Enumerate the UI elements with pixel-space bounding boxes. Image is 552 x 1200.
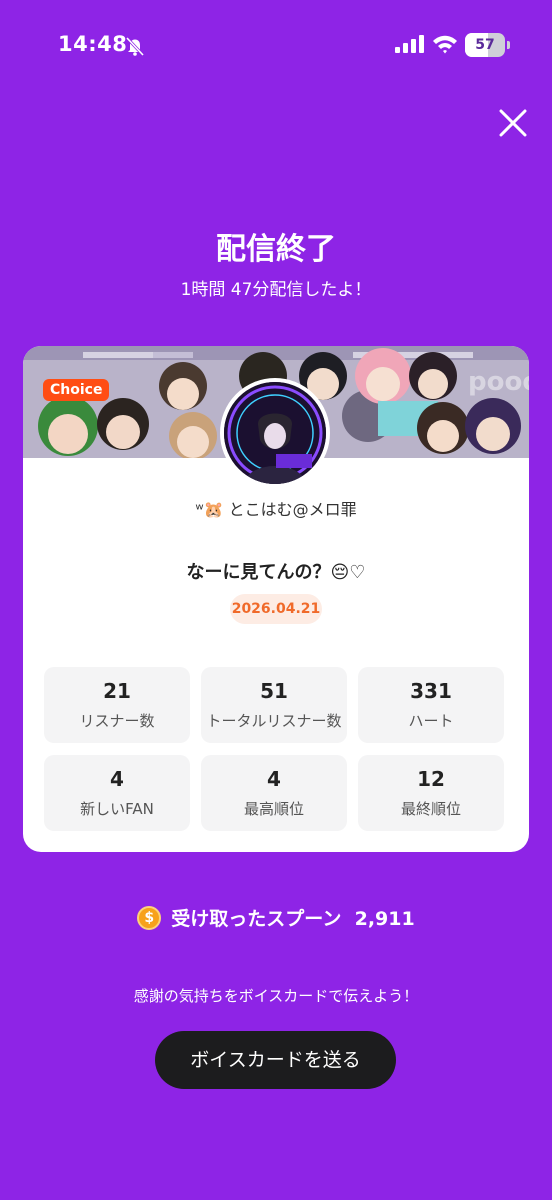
wifi-icon [433, 35, 457, 54]
svg-text:pooon: pooon [468, 367, 529, 397]
stat-value: 12 [417, 767, 445, 791]
stat-highest-rank: 4 最高順位 [201, 755, 347, 831]
stat-total-listeners: 51 トータルリスナー数 [201, 667, 347, 743]
stat-value: 21 [103, 679, 131, 703]
username: ʷ🐹 とこはむ@メロ罪 [195, 500, 357, 519]
bell-slash-icon [125, 36, 145, 57]
stream-summary-card: pooon Choice ʷ🐹 とこはむ@メロ罪 なーに見てんの？😔♡ 2026… [23, 346, 529, 852]
duration-subtitle: 1時間 47分配信したよ！ [180, 280, 372, 300]
stat-value: 51 [260, 679, 288, 703]
stat-label: 新しいFAN [80, 800, 154, 818]
close-icon[interactable] [496, 106, 530, 140]
battery-percent: 57 [475, 37, 495, 53]
send-voice-card-button[interactable]: ボイスカードを送る [155, 1031, 396, 1089]
date-badge: 2026.04.21 [230, 594, 322, 624]
spoons-value: 2,911 [354, 908, 415, 930]
thanks-message: 感謝の気持ちをボイスカードで伝えよう！ [133, 987, 419, 1005]
stat-label: 最終順位 [400, 800, 461, 818]
stat-hearts: 331 ハート [358, 667, 504, 743]
choice-badge: Choice [43, 379, 110, 401]
stat-label: 最高順位 [243, 800, 304, 818]
spoons-received: $ 受け取ったスプーン 2,911 [0, 904, 552, 932]
stat-listeners: 21 リスナー数 [44, 667, 190, 743]
status-time: 14:48 [58, 32, 128, 56]
stat-new-fans: 4 新しいFAN [44, 755, 190, 831]
spoons-label: 受け取ったスプーン [171, 908, 342, 930]
spoon-coin-icon: $ [137, 905, 162, 930]
stat-value: 4 [267, 767, 281, 791]
battery-cap [507, 41, 510, 49]
stat-label: リスナー数 [79, 712, 155, 730]
battery-indicator: 57 [465, 33, 511, 57]
stream-ended-screen: 14:48 57 配信終了 1時間 47分配信したよ！ poo Choice ʷ… [0, 0, 552, 1200]
stat-label: トータルリスナー数 [206, 712, 342, 730]
avatar[interactable] [220, 378, 330, 488]
page-title: 配信終了 [216, 232, 336, 267]
stat-label: ハート [408, 712, 454, 730]
stream-title: なーに見てんの？😔♡ [186, 562, 366, 583]
stat-value: 331 [410, 679, 452, 703]
avatar-image [224, 382, 326, 484]
signal-icon [395, 35, 424, 53]
stat-value: 4 [110, 767, 124, 791]
stat-final-rank: 12 最終順位 [358, 755, 504, 831]
